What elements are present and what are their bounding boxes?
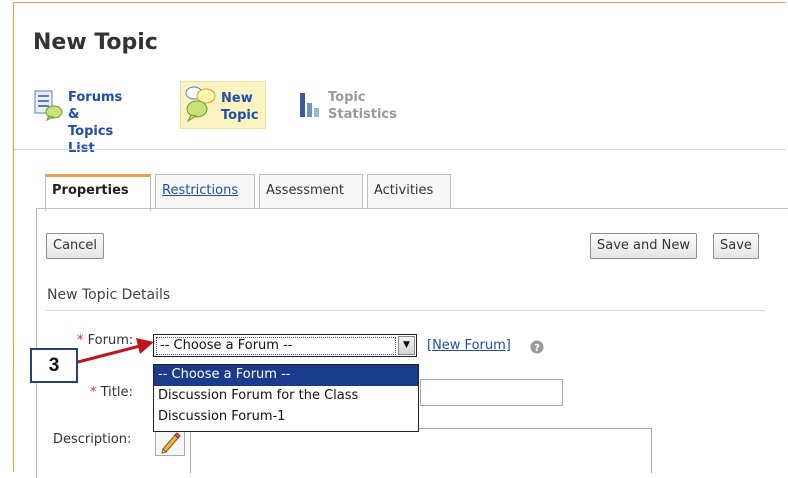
new-topic-icon	[183, 84, 217, 126]
section-title: New Topic Details	[47, 287, 171, 303]
new-topic-label-line2: Topic	[221, 108, 259, 123]
tab-properties[interactable]: Properties	[45, 174, 151, 211]
title-label: * Title:	[90, 385, 133, 400]
section-divider	[45, 310, 765, 311]
tab-activities[interactable]: Activities	[367, 174, 451, 209]
required-marker: *	[90, 385, 97, 400]
forum-dropdown-list: -- Choose a Forum -- Discussion Forum fo…	[153, 364, 419, 432]
svg-text:?: ?	[534, 343, 540, 354]
edit-html-button[interactable]	[155, 428, 185, 456]
title-label-text: Title:	[100, 385, 133, 400]
new-topic-link[interactable]: New Topic	[180, 81, 266, 129]
forums-list-label-line1: Forums &	[68, 90, 123, 122]
description-textarea[interactable]	[190, 428, 652, 473]
save-and-new-button[interactable]: Save and New	[590, 233, 697, 259]
topic-statistics-link[interactable]: Topic Statistics	[298, 89, 397, 123]
forums-list-icon	[33, 89, 63, 125]
save-button[interactable]: Save	[713, 233, 759, 259]
topic-statistics-label: Topic Statistics	[328, 90, 397, 122]
bar-chart-icon	[298, 89, 320, 123]
forums-list-label-line2: Topics List	[68, 124, 114, 156]
title-input[interactable]	[420, 379, 563, 406]
tab-assessment[interactable]: Assessment	[259, 174, 363, 209]
new-topic-label-line1: New	[221, 91, 253, 106]
forum-select[interactable]: -- Choose a Forum -- ▼	[153, 334, 417, 357]
step-number-badge: 3	[30, 348, 78, 383]
toolbar-divider	[14, 149, 786, 150]
annotation-arrow-icon	[77, 338, 154, 364]
cancel-button[interactable]: Cancel	[46, 233, 105, 259]
forum-select-value: -- Choose a Forum --	[156, 337, 396, 355]
forum-option[interactable]: Discussion Forum-1	[154, 407, 418, 428]
help-icon[interactable]: ?	[530, 339, 544, 358]
new-forum-link[interactable]: [New Forum]	[427, 338, 511, 353]
forum-option[interactable]: Discussion Forum for the Class	[154, 386, 418, 407]
chevron-down-icon[interactable]: ▼	[398, 336, 415, 355]
tab-restrictions[interactable]: Restrictions	[155, 174, 255, 209]
forum-option[interactable]: -- Choose a Forum --	[154, 365, 418, 386]
page-title: New Topic	[33, 30, 158, 55]
forums-topics-list-link[interactable]: Forums & Topics List	[33, 89, 122, 157]
description-label: Description:	[53, 432, 132, 447]
pencil-icon	[161, 432, 181, 454]
